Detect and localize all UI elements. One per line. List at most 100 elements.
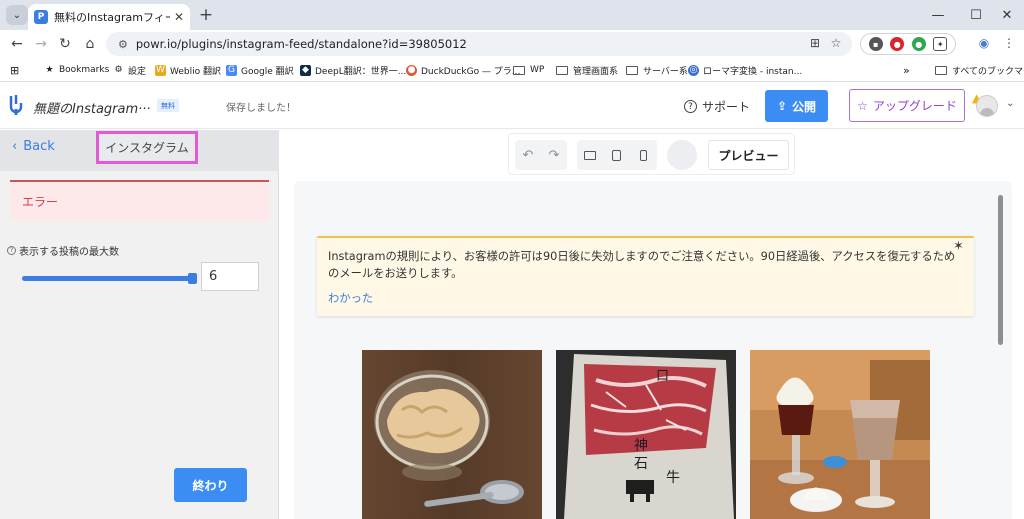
address-bar[interactable]: ⚙ powr.io/plugins/instagram-feed/standal… <box>106 32 852 56</box>
maximize-icon[interactable]: ☐ <box>961 3 991 27</box>
browser-tab[interactable]: P 無料のInstagramフィードソフトウェア ✕ <box>28 4 190 30</box>
star-icon: ★ <box>45 65 54 75</box>
sparkle-close-icon[interactable]: ✶ <box>953 239 964 254</box>
tab-title: 無料のInstagramフィードソフトウェア <box>54 11 170 24</box>
bookmark-folder-server[interactable]: サーバー系 <box>626 62 688 78</box>
globe-icon: ◎ <box>688 64 699 76</box>
site-info-icon[interactable]: ⚙ <box>118 38 128 51</box>
error-message: エラー <box>10 180 269 221</box>
saved-status: 保存しました！ <box>226 103 296 114</box>
google-translate-icon: G <box>226 64 237 76</box>
new-tab-button[interactable]: + <box>196 5 216 25</box>
powr-logo-icon[interactable] <box>8 95 24 115</box>
svg-text:牛: 牛 <box>666 470 680 486</box>
max-posts-input[interactable] <box>201 262 259 291</box>
weblio-icon: W <box>155 64 166 76</box>
bookmark-duckduckgo[interactable]: ● DuckDuckGo — プラ... <box>406 62 520 78</box>
undo-icon[interactable]: ↶ <box>519 146 537 164</box>
editor-panel: ‹ Back インスタグラム エラー ? 表示する投稿の最大数 終わり <box>0 130 279 519</box>
widget-title[interactable]: 無題のInstagram··· <box>33 98 151 117</box>
apps-grid-icon[interactable]: ⊞ <box>10 62 19 78</box>
back-arrow-icon[interactable]: ← <box>7 34 27 54</box>
preview-toolbar: ↶ ↷ プレビュー <box>508 133 795 175</box>
home-icon[interactable]: ⌂ <box>80 34 100 54</box>
deepl-icon: ◆ <box>300 64 311 76</box>
history-group: ↶ ↷ <box>515 140 567 170</box>
redo-icon[interactable]: ↷ <box>545 146 563 164</box>
ice-cream-bowl-photo[interactable] <box>362 350 542 519</box>
all-bookmarks-folder[interactable]: すべてのブックマーク <box>935 62 1024 78</box>
instagram-notice: Instagramの規則により、お客様の許可は90日後に失効しますのでご注意くだ… <box>317 236 974 316</box>
bookmark-folder-admin[interactable]: 管理画面系 <box>556 62 618 78</box>
wagyu-beef-menu-photo[interactable]: 口 神 石 牛 <box>556 350 736 519</box>
chevron-down-icon[interactable]: ⌄ <box>1006 98 1014 109</box>
bookmark-folder-wp[interactable]: WP <box>513 62 544 78</box>
folder-icon <box>513 65 525 75</box>
minimize-icon[interactable]: — <box>923 3 953 27</box>
svg-text:石: 石 <box>634 456 648 472</box>
svg-text:神: 神 <box>634 438 648 454</box>
svg-text:口: 口 <box>656 369 669 384</box>
close-window-icon[interactable]: ✕ <box>992 3 1022 27</box>
more-bookmarks-chevron-icon[interactable]: » <box>903 62 910 78</box>
star-outline-icon: ☆ <box>857 98 868 113</box>
notice-dismiss-link[interactable]: わかった <box>328 290 373 306</box>
translate-icon[interactable]: ⊞ <box>806 34 824 52</box>
browser-toolbar: ← → ↻ ⌂ ⚙ powr.io/plugins/instagram-feed… <box>0 30 1024 58</box>
slider-handle[interactable] <box>188 273 197 284</box>
chevron-left-icon: ‹ <box>12 139 18 154</box>
bookmark-settings[interactable]: ⚙ 設定 <box>113 62 146 78</box>
preview-button[interactable]: プレビュー <box>708 140 789 170</box>
done-button[interactable]: 終わり <box>174 468 247 502</box>
tab-search-button[interactable]: ⌄ <box>6 5 28 25</box>
bookmark-romaji[interactable]: ◎ ローマ字変換 - instan... <box>688 62 802 78</box>
back-label: Back <box>23 139 55 154</box>
mobile-icon[interactable] <box>635 146 653 164</box>
info-icon[interactable]: ? <box>7 246 16 255</box>
help-circle-icon: ? <box>684 100 697 113</box>
extension-red-icon[interactable]: ● <box>890 37 905 51</box>
reload-icon[interactable]: ↻ <box>55 34 75 54</box>
url-text: powr.io/plugins/instagram-feed/standalon… <box>135 37 467 51</box>
max-posts-label: ? 表示する投稿の最大数 <box>7 243 119 258</box>
back-button[interactable]: ‹ Back <box>12 139 55 154</box>
desktop-icon[interactable] <box>581 146 599 164</box>
bookmark-star-icon[interactable]: ☆ <box>827 34 845 52</box>
avatar[interactable] <box>976 95 998 117</box>
support-label: サポート <box>702 100 751 114</box>
bookmark-google-translate[interactable]: G Google 翻訳 <box>226 62 294 78</box>
editor-panel-header: ‹ Back インスタグラム <box>0 130 279 171</box>
close-icon[interactable]: ✕ <box>174 10 184 24</box>
forward-arrow-icon[interactable]: → <box>31 34 51 54</box>
publish-label: 公開 <box>792 99 817 114</box>
profile-globe-icon[interactable]: ◉ <box>975 34 993 52</box>
puzzle-icon[interactable]: ✦ <box>933 37 948 51</box>
theme-circle-button[interactable] <box>667 140 697 170</box>
upgrade-label: アップグレード <box>872 99 957 113</box>
folder-icon <box>556 65 568 75</box>
app-header: 無題のInstagram··· 無料 保存しました！ ? サポート ⇪ 公開 ☆… <box>0 83 1024 129</box>
publish-button[interactable]: ⇪ 公開 <box>765 90 828 122</box>
cafe-drinks-photo[interactable] <box>750 350 930 519</box>
upgrade-button[interactable]: ☆ アップグレード <box>849 89 965 122</box>
tablet-icon[interactable] <box>608 146 626 164</box>
support-button[interactable]: ? サポート <box>684 98 750 115</box>
tab-instagram[interactable]: インスタグラム <box>96 131 198 164</box>
bookmark-bookmarks[interactable]: ★ Bookmarks <box>44 62 109 78</box>
folder-icon <box>626 65 638 75</box>
bookmark-deepl[interactable]: ◆ DeepL翻訳：世界一... <box>300 62 406 78</box>
extension-green-icon[interactable]: ● <box>911 37 926 51</box>
chevron-down-icon: ⌄ <box>12 9 22 21</box>
extension-icon[interactable]: ▪ <box>868 37 883 51</box>
powr-favicon-icon: P <box>34 10 48 24</box>
bookmarks-bar: ⊞ ★ Bookmarks ⚙ 設定 W Weblio 翻訳 G Google 翻訳 ◆… <box>0 58 1024 82</box>
bookmark-weblio[interactable]: W Weblio 翻訳 <box>155 62 221 78</box>
kebab-menu-icon[interactable]: ⋮ <box>1000 34 1018 52</box>
preview-scrollbar[interactable] <box>998 195 1003 345</box>
notice-text: Instagramの規則により、お客様の許可は90日後に失効しますのでご注意くだ… <box>328 250 956 280</box>
folder-icon <box>935 65 947 75</box>
device-group <box>577 140 657 170</box>
upload-icon: ⇪ <box>776 99 788 113</box>
max-posts-slider[interactable] <box>22 273 197 284</box>
duckduckgo-icon: ● <box>406 64 417 76</box>
